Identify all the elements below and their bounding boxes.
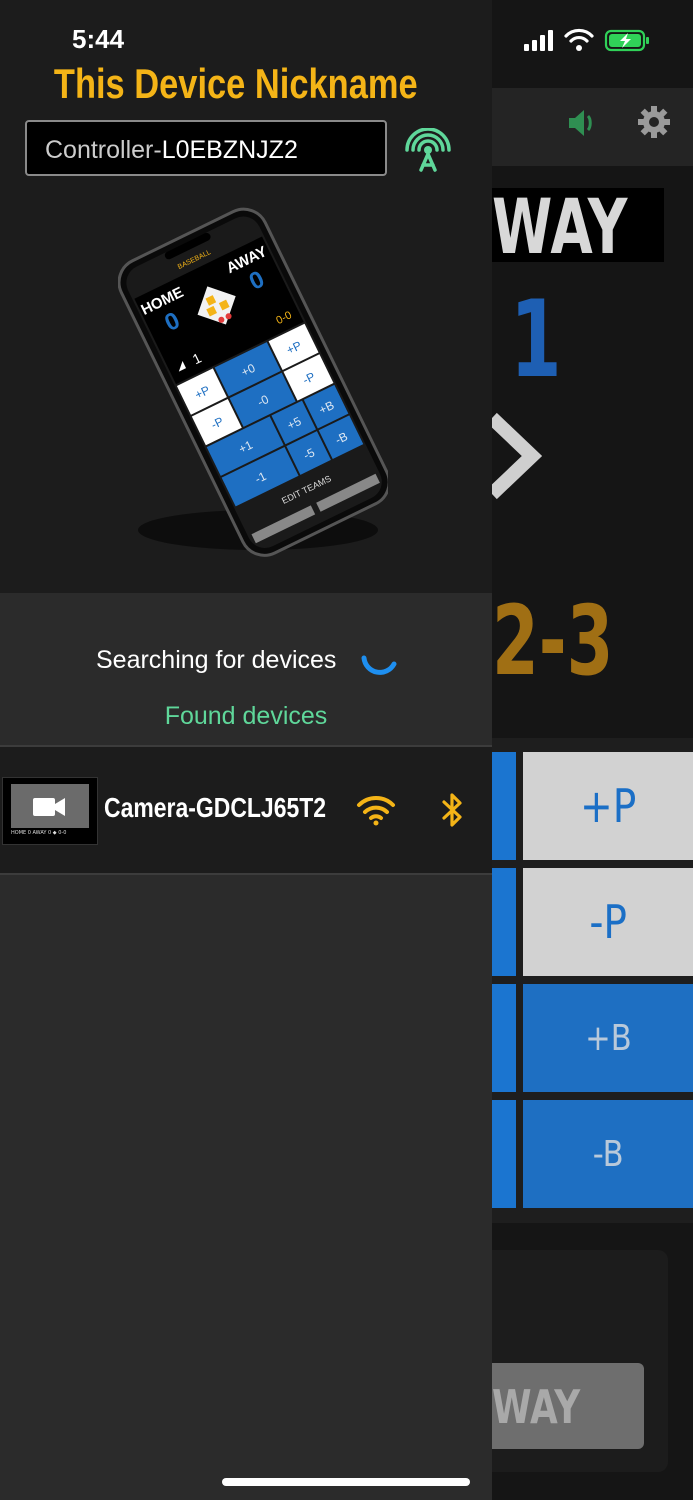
battery-charging-icon xyxy=(604,29,649,52)
speaker-icon[interactable] xyxy=(565,105,601,141)
background-away-score: 1 xyxy=(510,278,562,401)
loading-spinner-icon xyxy=(361,655,397,675)
cellular-signal-icon xyxy=(524,30,553,51)
device-name: Camera-GDCLJ65T2 xyxy=(104,792,327,823)
background-count: 2-3 xyxy=(492,585,614,697)
gear-icon[interactable] xyxy=(636,104,672,140)
bluetooth-icon xyxy=(442,793,462,827)
background-away-button-label: WAY xyxy=(492,1380,581,1434)
video-camera-icon xyxy=(33,798,65,816)
background-button-partial[interactable] xyxy=(492,752,516,860)
broadcast-icon[interactable] xyxy=(405,128,451,174)
plus-p-button[interactable]: +P xyxy=(523,752,693,860)
nickname-field[interactable]: Controller-L0EBZNJZ2 xyxy=(25,120,387,176)
home-indicator[interactable] xyxy=(222,1478,470,1486)
background-button-partial[interactable] xyxy=(492,1100,516,1208)
device-drawer: This Device Nickname Controller-L0EBZNJZ… xyxy=(0,0,492,1500)
minus-b-button[interactable]: -B xyxy=(523,1100,693,1208)
nickname-prefix: Controller- xyxy=(45,136,162,164)
minus-p-button[interactable]: -P xyxy=(523,868,693,976)
status-icons xyxy=(524,28,649,52)
background-button-partial[interactable] xyxy=(492,868,516,976)
wifi-icon xyxy=(357,795,395,826)
searching-label: Searching for devices xyxy=(96,646,337,674)
chevron-right-icon xyxy=(492,412,542,500)
nickname-title: This Device Nickname xyxy=(54,60,418,107)
phone-illustration: BASEBALL HOME AWAY 0 0 1 0-0 +P +0 +P -P… xyxy=(118,207,388,557)
nickname-value: L0EBZNJZ2 xyxy=(161,136,298,164)
divider xyxy=(0,873,492,875)
background-button-partial[interactable] xyxy=(492,984,516,1092)
device-thumbnail: HOME 0 AWAY 0 ◆ 0-0 xyxy=(2,777,98,845)
device-thumbnail-scoreboard: HOME 0 AWAY 0 ◆ 0-0 xyxy=(11,830,67,836)
wifi-status-icon xyxy=(564,28,594,43)
status-time: 5:44 xyxy=(72,24,125,54)
background-away-label: WAY xyxy=(492,182,629,271)
plus-b-button[interactable]: +B xyxy=(523,984,693,1092)
found-devices-label: Found devices xyxy=(164,702,328,730)
